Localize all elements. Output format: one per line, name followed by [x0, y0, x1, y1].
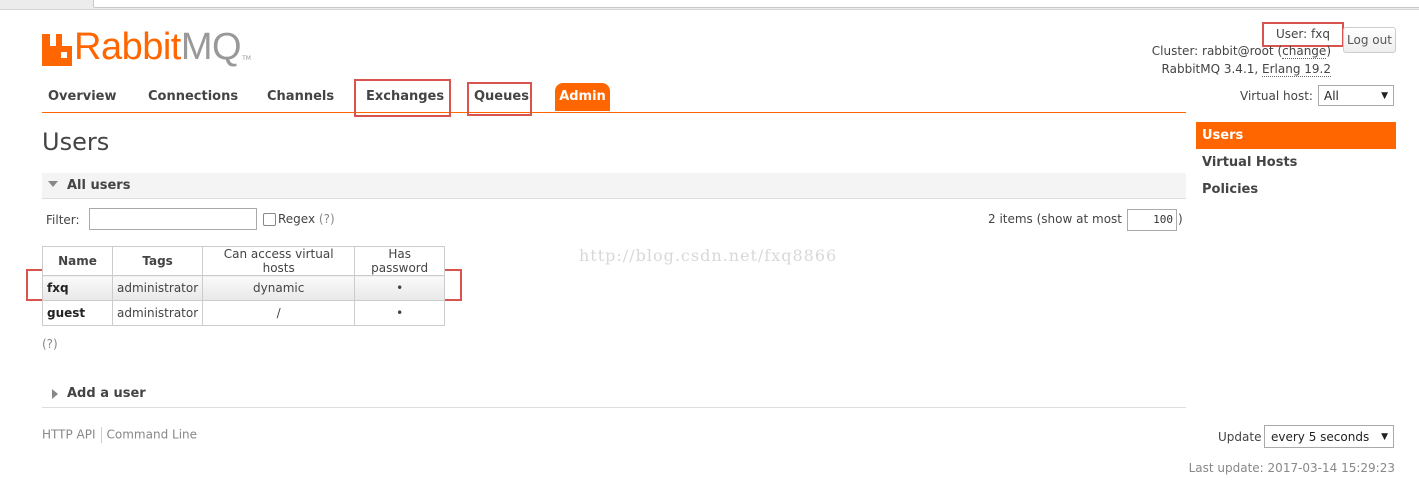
all-users-section[interactable]: All users: [42, 173, 1186, 199]
rabbitmq-logo[interactable]: RabbitMQ TM: [42, 26, 251, 66]
page-size-input[interactable]: 100: [1127, 209, 1177, 231]
erlang-version: Erlang 19.2: [1262, 62, 1331, 77]
add-user-section[interactable]: Add a user: [42, 383, 1186, 408]
sidebar-item-policies[interactable]: Policies: [1202, 182, 1258, 197]
user-has-password: •: [354, 300, 446, 326]
footer-divider: [100, 427, 102, 443]
regex-label: Regex (?): [278, 212, 335, 226]
sidebar-item-virtual-hosts[interactable]: Virtual Hosts: [1202, 155, 1297, 170]
user-tags: administrator: [111, 300, 204, 326]
footer-links: HTTP API Command Line: [42, 427, 197, 443]
user-vhosts: /: [202, 300, 356, 326]
triangle-down-icon: [48, 181, 58, 187]
filter-label: Filter:: [46, 213, 80, 227]
browser-strip: [0, 0, 1419, 10]
rabbit-logo-icon: [42, 34, 72, 66]
update-label: Update: [1218, 430, 1262, 444]
http-api-link[interactable]: HTTP API: [42, 428, 96, 442]
col-vhosts[interactable]: Can access virtual hosts: [202, 246, 356, 276]
users-table: Name Tags Can access virtual hosts Has p…: [42, 246, 446, 326]
user-name-link[interactable]: guest: [42, 300, 113, 326]
virtual-host-label: Virtual host:: [1240, 89, 1313, 103]
logo-trademark: TM: [242, 55, 251, 62]
regex-help-link[interactable]: (?): [319, 212, 335, 226]
user-name-link[interactable]: fxq: [42, 275, 113, 301]
update-interval-select[interactable]: every 5 seconds ▼: [1264, 425, 1394, 448]
col-tags[interactable]: Tags: [111, 246, 204, 276]
tab-overview[interactable]: Overview: [48, 89, 117, 104]
change-cluster-link[interactable]: change: [1282, 44, 1327, 59]
page-title: Users: [42, 128, 110, 156]
section-title: All users: [67, 178, 131, 193]
address-bar[interactable]: [93, 0, 1419, 8]
table-help-link[interactable]: (?): [42, 337, 58, 351]
user-vhosts: dynamic: [202, 275, 356, 301]
chevron-down-icon: ▼: [1381, 91, 1388, 101]
triangle-right-icon: [52, 389, 58, 399]
tab-channels[interactable]: Channels: [267, 89, 334, 104]
logo-text: RabbitMQ: [74, 26, 242, 68]
items-count-close: ): [1178, 212, 1183, 226]
chevron-down-icon: ▼: [1381, 432, 1388, 442]
col-password[interactable]: Has password: [354, 246, 446, 276]
user-tags: administrator: [111, 275, 204, 301]
sidebar-item-users[interactable]: Users: [1196, 122, 1396, 149]
cluster-info: Cluster: rabbit@root (change): [1151, 44, 1331, 59]
tab-connections[interactable]: Connections: [148, 89, 238, 104]
table-row[interactable]: guest administrator / •: [42, 300, 446, 326]
highlight-exchanges: [354, 79, 451, 117]
main-nav: Overview Connections Channels Exchanges …: [42, 80, 1186, 113]
version-info: RabbitMQ 3.4.1, Erlang 19.2: [1161, 62, 1331, 77]
user-has-password: •: [354, 275, 446, 301]
items-count-label: 2 items (show at most: [988, 212, 1122, 226]
tab-admin[interactable]: Admin: [555, 83, 610, 111]
table-row[interactable]: fxq administrator dynamic •: [42, 275, 446, 301]
col-name[interactable]: Name: [42, 246, 113, 276]
watermark: http://blog.csdn.net/fxq8866: [579, 246, 838, 265]
logout-button[interactable]: Log out: [1343, 27, 1396, 53]
command-line-link[interactable]: Command Line: [107, 428, 198, 442]
table-header: Name Tags Can access virtual hosts Has p…: [42, 246, 446, 276]
last-update: Last update: 2017-03-14 15:29:23: [1188, 461, 1395, 475]
add-user-title: Add a user: [67, 386, 146, 401]
virtual-host-select[interactable]: All ▼: [1318, 85, 1394, 106]
filter-input[interactable]: [89, 208, 257, 230]
regex-checkbox[interactable]: [263, 213, 276, 226]
highlight-queues: [467, 82, 532, 116]
